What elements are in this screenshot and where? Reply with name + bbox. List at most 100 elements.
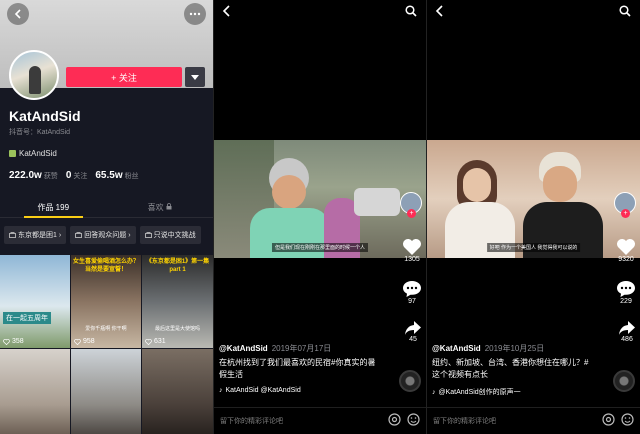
video-thumbnail[interactable] bbox=[71, 349, 141, 434]
video-thumbnail[interactable] bbox=[0, 349, 70, 434]
side-actions: + bbox=[400, 192, 422, 218]
stat-label: 粉丝 bbox=[124, 173, 139, 180]
comment-input[interactable]: 留下你的精彩评论吧 bbox=[433, 416, 496, 426]
emoji-icon[interactable] bbox=[621, 413, 634, 426]
profile-panel: + 关注 KatAndSid 抖音号：KatAndSid KatAndSid 2… bbox=[0, 0, 213, 434]
heart-outline-icon bbox=[3, 338, 10, 345]
profile-tag[interactable]: KatAndSid bbox=[9, 149, 57, 158]
profile-name: KatAndSid bbox=[9, 108, 81, 124]
stat-value: 0 bbox=[65, 170, 72, 181]
author-avatar[interactable]: + bbox=[400, 192, 422, 218]
like-action[interactable]: 9320 bbox=[616, 238, 636, 263]
video-person-face bbox=[272, 175, 306, 209]
stat-label: 获赞 bbox=[43, 173, 58, 180]
comment-bar: 留下你的精彩评论吧 bbox=[427, 407, 640, 434]
like-action[interactable]: 1305 bbox=[402, 238, 422, 263]
thumbnail-subcaption: 最后这里是大使馆吗 bbox=[154, 326, 200, 332]
heart-outline-icon bbox=[145, 338, 152, 345]
post-date: 2019年10月25日 bbox=[484, 344, 545, 353]
chip-collection[interactable]: 只说中文挑战 bbox=[139, 226, 201, 244]
share-count: 486 bbox=[621, 336, 633, 343]
comment-icon bbox=[617, 281, 635, 297]
mention-icon[interactable] bbox=[602, 413, 615, 426]
follow-plus-icon[interactable]: + bbox=[407, 209, 416, 218]
stat-followers[interactable]: 65.5w 粉丝 bbox=[95, 170, 138, 181]
post-date: 2019年07月17日 bbox=[271, 344, 332, 353]
follow-button[interactable]: + 关注 bbox=[66, 67, 182, 87]
video-thumbnail[interactable]: 女生喜爱偷喝酒怎么办？当然是要宣誓！ 爱你千瓶啊 你干啊 958 bbox=[71, 255, 141, 348]
video-panel-1: 但是我们现在刚刚在那里面的时候一个人 + 1305 97 45 @KatAndS… bbox=[214, 0, 426, 434]
tab-likes[interactable]: 喜欢 bbox=[107, 196, 214, 217]
douyin-id[interactable]: 抖音号：KatAndSid bbox=[9, 127, 70, 137]
stack-icon bbox=[9, 232, 16, 238]
share-arrow-icon bbox=[405, 321, 421, 335]
music-disc[interactable] bbox=[613, 370, 635, 392]
author-handle: @KatAndSid bbox=[432, 344, 481, 353]
search-icon[interactable] bbox=[619, 5, 631, 17]
thumbnail-likes: 358 bbox=[3, 338, 24, 345]
more-button[interactable] bbox=[184, 3, 206, 25]
music-info[interactable]: ♪ KatAndSid @KatAndSid bbox=[219, 387, 301, 394]
thumbnail-likes: 958 bbox=[74, 338, 95, 345]
share-action[interactable]: 486 bbox=[618, 320, 636, 343]
video-player[interactable]: 但是我们现在刚刚在那里面的时候一个人 bbox=[214, 140, 426, 258]
music-disc[interactable] bbox=[399, 370, 421, 392]
comment-count: 229 bbox=[620, 298, 632, 305]
avatar[interactable] bbox=[9, 50, 59, 100]
heart-outline-icon bbox=[74, 338, 81, 345]
comment-bar-icons bbox=[388, 413, 420, 426]
video-thumbnail[interactable] bbox=[142, 349, 213, 434]
search-icon[interactable] bbox=[405, 5, 417, 17]
mention-icon[interactable] bbox=[388, 413, 401, 426]
video-thumbnail[interactable]: 《东京都是困1》第一集 part 1 最后这里是大使馆吗 631 bbox=[142, 255, 213, 348]
more-options-button[interactable] bbox=[185, 67, 205, 87]
chip-collection[interactable]: 回答观众问题 › bbox=[70, 226, 136, 244]
video-person-face bbox=[463, 168, 491, 202]
stat-likes[interactable]: 222.0w 获赞 bbox=[9, 170, 58, 181]
video-description: 纽约、新加坡、台湾、香港你想住在哪儿？#这个视频有点长 bbox=[432, 358, 589, 379]
music-info[interactable]: ♪ @KatAndSid创作的原声一 bbox=[432, 387, 521, 397]
music-note-icon: ♪ bbox=[432, 388, 436, 396]
share-action[interactable]: 45 bbox=[404, 320, 422, 343]
video-subtitle: 但是我们现在刚刚在那里面的时候一个人 bbox=[271, 243, 369, 252]
comment-action[interactable]: 97 bbox=[402, 280, 422, 305]
music-label: @KatAndSid创作的原声一 bbox=[438, 389, 521, 396]
comment-action[interactable]: 229 bbox=[616, 280, 636, 305]
music-note-icon: ♪ bbox=[219, 387, 223, 394]
chevron-left-icon bbox=[14, 9, 21, 19]
stat-following[interactable]: 0 关注 bbox=[66, 170, 88, 181]
follow-plus-icon[interactable]: + bbox=[621, 209, 630, 218]
caret-down-icon bbox=[191, 74, 199, 80]
video-car bbox=[354, 188, 400, 216]
back-arrow-icon[interactable] bbox=[435, 5, 445, 17]
like-count: 958 bbox=[83, 338, 95, 345]
back-arrow-icon[interactable] bbox=[222, 5, 232, 17]
author-avatar[interactable]: + bbox=[614, 192, 636, 218]
video-subtitle: 好吧 作为一个美国人 我觉得我可以说的 bbox=[486, 243, 581, 252]
chip-label: 东京都是困1 bbox=[18, 232, 57, 239]
back-button[interactable] bbox=[7, 3, 29, 25]
video-thumbnail[interactable]: 在一起五周年 358 bbox=[0, 255, 70, 348]
video-player[interactable]: 好吧 作为一个美国人 我觉得我可以说的 bbox=[427, 140, 640, 258]
tab-works[interactable]: 作品 199 bbox=[0, 196, 107, 218]
thumbnail-likes: 631 bbox=[145, 338, 166, 345]
chevron-right-icon: › bbox=[58, 231, 62, 239]
share-count: 45 bbox=[409, 336, 417, 343]
video-author[interactable]: @KatAndSid 2019年10月25日 bbox=[432, 343, 544, 354]
comment-bar: 留下你的精彩评论吧 bbox=[214, 407, 426, 434]
video-panel-2: 好吧 作为一个美国人 我觉得我可以说的 + 9320 229 486 @KatA… bbox=[427, 0, 640, 434]
tag-icon bbox=[9, 150, 16, 157]
chip-label: 回答观众问题 bbox=[84, 232, 127, 239]
like-count: 358 bbox=[12, 338, 24, 345]
emoji-icon[interactable] bbox=[407, 413, 420, 426]
chip-collection[interactable]: 东京都是困1 › bbox=[4, 226, 67, 244]
heart-icon bbox=[403, 239, 421, 255]
like-count: 631 bbox=[154, 338, 166, 345]
profile-tabs: 作品 199 喜欢 bbox=[0, 196, 213, 218]
video-top-bar bbox=[427, 0, 640, 24]
video-author[interactable]: @KatAndSid 2019年07月17日 bbox=[219, 343, 331, 354]
comment-input[interactable]: 留下你的精彩评论吧 bbox=[220, 416, 283, 426]
share-arrow-icon bbox=[619, 321, 635, 335]
tab-likes-label: 喜欢 bbox=[147, 203, 164, 212]
thumbnail-caption: 女生喜爱偷喝酒怎么办？当然是要宣誓！ bbox=[73, 259, 140, 273]
